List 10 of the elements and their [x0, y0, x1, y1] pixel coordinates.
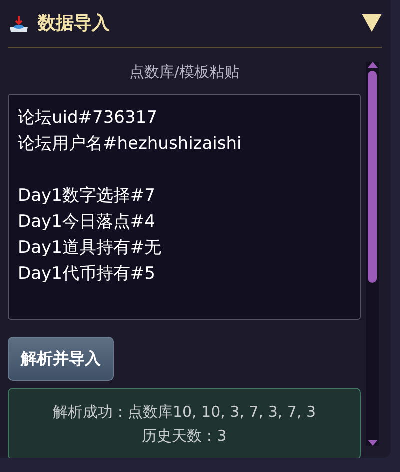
scroll-down-icon[interactable]	[368, 440, 378, 446]
status-message: 解析成功：点数库10, 10, 3, 7, 3, 7, 3 历史天数：3	[8, 388, 361, 458]
collapse-toggle[interactable]	[362, 12, 382, 34]
section-heading: 点数库/模板粘贴	[128, 62, 241, 83]
scrollbar[interactable]	[366, 62, 379, 446]
panel-title: 数据导入	[38, 12, 110, 36]
scroll-up-icon[interactable]	[368, 62, 378, 68]
parse-import-button[interactable]: 解析并导入	[8, 336, 114, 380]
paste-field[interactable]: 论坛uid#736317 论坛用户名#hezhushizaishi Day1数字选择#7 Day1今日落点#4 Day1道具持有#无 Day1代币持有#5	[8, 94, 361, 320]
import-tray-icon	[8, 14, 30, 34]
